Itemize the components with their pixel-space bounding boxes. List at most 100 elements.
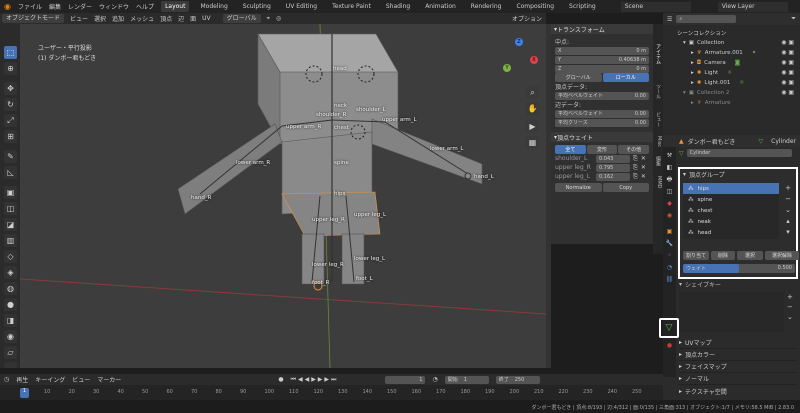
menu-view[interactable]: ビュー [70,14,88,23]
shear-tool-icon[interactable]: ▱ [4,346,17,359]
view-layer-props-icon[interactable]: ◫ [665,187,674,196]
move-tool-icon[interactable]: ✥ [4,82,17,95]
smooth-tool-icon[interactable]: ● [4,298,17,311]
vertex-colors-section[interactable]: ▸ 頂点カラー [679,349,797,361]
list-item[interactable]: ⁂ chest [683,205,779,216]
move-up-icon[interactable]: ▴ [781,216,795,227]
deselect-button[interactable]: 選択解除 [765,251,799,260]
menu-mesh[interactable]: メッシュ [130,14,154,23]
scene-collection-item[interactable]: シーンコレクション [677,28,726,37]
eye-icon[interactable]: ◉ ▣ [781,38,794,48]
eye-icon[interactable]: ◉ ▣ [781,58,794,68]
world-props-icon[interactable]: ◉ [665,211,674,220]
menu-select[interactable]: 選択 [94,14,106,23]
face-maps-section[interactable]: ▸ フェイスマップ [679,361,797,373]
tab-uv-editing[interactable]: UV Editing [282,1,321,12]
shapekeys-list[interactable] [679,292,784,332]
clock-icon[interactable]: ◔ [432,376,437,383]
edge-crease-field[interactable]: 平均クリース 0.00 [555,118,649,127]
outliner-item-camera[interactable]: ▸ ◘ Camera ◙ [691,58,740,67]
annotate-tool-icon[interactable]: ✎ [4,150,17,163]
delete-icon[interactable]: ✕ [641,155,646,162]
texture-space-section[interactable]: ▸ テクスチャ空間 [679,385,797,397]
proportional-icon[interactable]: ◎ [276,15,281,22]
list-item[interactable]: ⁂ head [683,227,779,238]
transform-orientation-dropdown[interactable]: グローバル [222,14,261,23]
navigation-gizmo[interactable]: Z X Y [498,38,540,80]
normals-section[interactable]: ▸ ノーマル [679,373,797,385]
snap-icon[interactable]: ⌖ [267,15,270,23]
output-props-icon[interactable]: 🖶 [665,175,674,184]
scene-selector[interactable]: Scene [620,1,691,12]
weight-value-field[interactable]: 0.795 [596,163,630,172]
mode-dropdown[interactable]: オブジェクトモード [2,14,65,23]
knife-tool-icon[interactable]: ◇ [4,250,17,263]
timeline-editor-icon[interactable]: ◷ [4,376,9,383]
rip-tool-icon[interactable] [4,362,17,368]
shapekeys-header[interactable]: ▾ シェイプキー [679,280,721,289]
eye-icon[interactable]: ◉ ▣ [781,88,794,98]
remove-icon[interactable]: − [781,194,795,205]
tab-animation[interactable]: Animation [421,1,460,12]
gizmo-y-icon[interactable]: Y [503,64,511,72]
menu-marker[interactable]: マーカー [97,375,121,384]
outliner-item-light001[interactable]: ▸ ✺ Light.001 ☼ [691,78,744,87]
normalize-button[interactable]: Normalize [555,183,602,192]
tab-sculpting[interactable]: Sculpting [239,1,275,12]
measure-tool-icon[interactable]: ◺ [4,166,17,179]
tab-texture-paint[interactable]: Texture Paint [328,1,375,12]
tab-rendering[interactable]: Rendering [467,1,506,12]
weight-value-field[interactable]: 0.162 [596,172,630,181]
outliner-item-armature001[interactable]: ▸ ♆ Armature.001 ✦ [691,48,756,57]
transform-section-header[interactable]: ▾ トランスフォーム [551,24,653,34]
local-button[interactable]: ローカル [602,73,649,82]
menu-face[interactable]: 面 [190,14,196,23]
list-item[interactable]: ⁂ spine [683,194,779,205]
scale-tool-icon[interactable]: ⤢ [4,114,17,127]
remove-button[interactable]: 削除 [711,251,735,260]
bevel-tool-icon[interactable]: ◪ [4,218,17,231]
list-item[interactable]: ⁂ hips [683,183,779,194]
end-frame-field[interactable]: 終了 250 [495,375,540,384]
rotate-tool-icon[interactable]: ↻ [4,98,17,111]
vertex-weights-section-header[interactable]: ▾ 頂点ウェイト [551,132,653,142]
menu-edge[interactable]: 辺 [178,14,184,23]
outliner-item-collection[interactable]: ▾ ▣ Collection [683,38,724,47]
filter-icon[interactable]: ⏷ [791,15,796,23]
menu-window[interactable]: ウィンドウ [99,2,129,11]
object-props-icon[interactable]: ▣ [665,227,674,236]
paste-icon[interactable]: ⎘ [633,164,638,172]
paste-icon[interactable]: ⎘ [633,173,638,181]
select-tool-icon[interactable]: ⬚ [4,46,17,59]
tab-item[interactable]: アイテム [654,44,662,64]
outliner-item-collection2[interactable]: ▾ ▣ Collection 2 [683,88,729,97]
mesh-data-props-icon[interactable]: ▽ [659,318,679,338]
tab-mmd[interactable]: MMD [654,176,662,188]
uvmaps-section[interactable]: ▸ UVマップ [679,337,797,349]
current-frame-field[interactable]: 1 [385,375,426,384]
loopcut-tool-icon[interactable]: ▥ [4,234,17,247]
spin-tool-icon[interactable]: ◍ [4,282,17,295]
tab-tool[interactable]: ツール [654,84,662,99]
menu-playback[interactable]: 再生 [16,375,28,384]
list-item[interactable]: ⁂ neak [683,216,779,227]
tab-layout[interactable]: Layout [161,1,190,12]
tab-view[interactable]: ビュー [654,112,662,127]
current-frame-indicator[interactable]: 1 [20,388,29,398]
weights-all-button[interactable]: 全て [555,145,586,154]
tab-edit[interactable]: 編集 [654,156,662,166]
grid-view-icon[interactable]: ▦ [526,136,539,149]
assign-button[interactable]: 割り当て [683,251,709,260]
transform-tool-icon[interactable]: ⊞ [4,130,17,143]
inset-tool-icon[interactable]: ◫ [4,202,17,215]
tab-scripting[interactable]: Scripting [565,1,600,12]
add-icon[interactable]: + [787,292,793,302]
camera-view-icon[interactable]: ▶ [526,120,539,133]
menu-view-timeline[interactable]: ビュー [72,375,90,384]
median-y-field[interactable]: Y 0.40638 m [555,55,649,64]
options-dropdown[interactable]: オプション [512,14,542,23]
polybuild-tool-icon[interactable]: ◈ [4,266,17,279]
median-z-field[interactable]: Z0 m [555,64,649,73]
tool-props-icon[interactable]: ⚒ [665,151,674,160]
menu-uv[interactable]: UV [202,15,211,22]
